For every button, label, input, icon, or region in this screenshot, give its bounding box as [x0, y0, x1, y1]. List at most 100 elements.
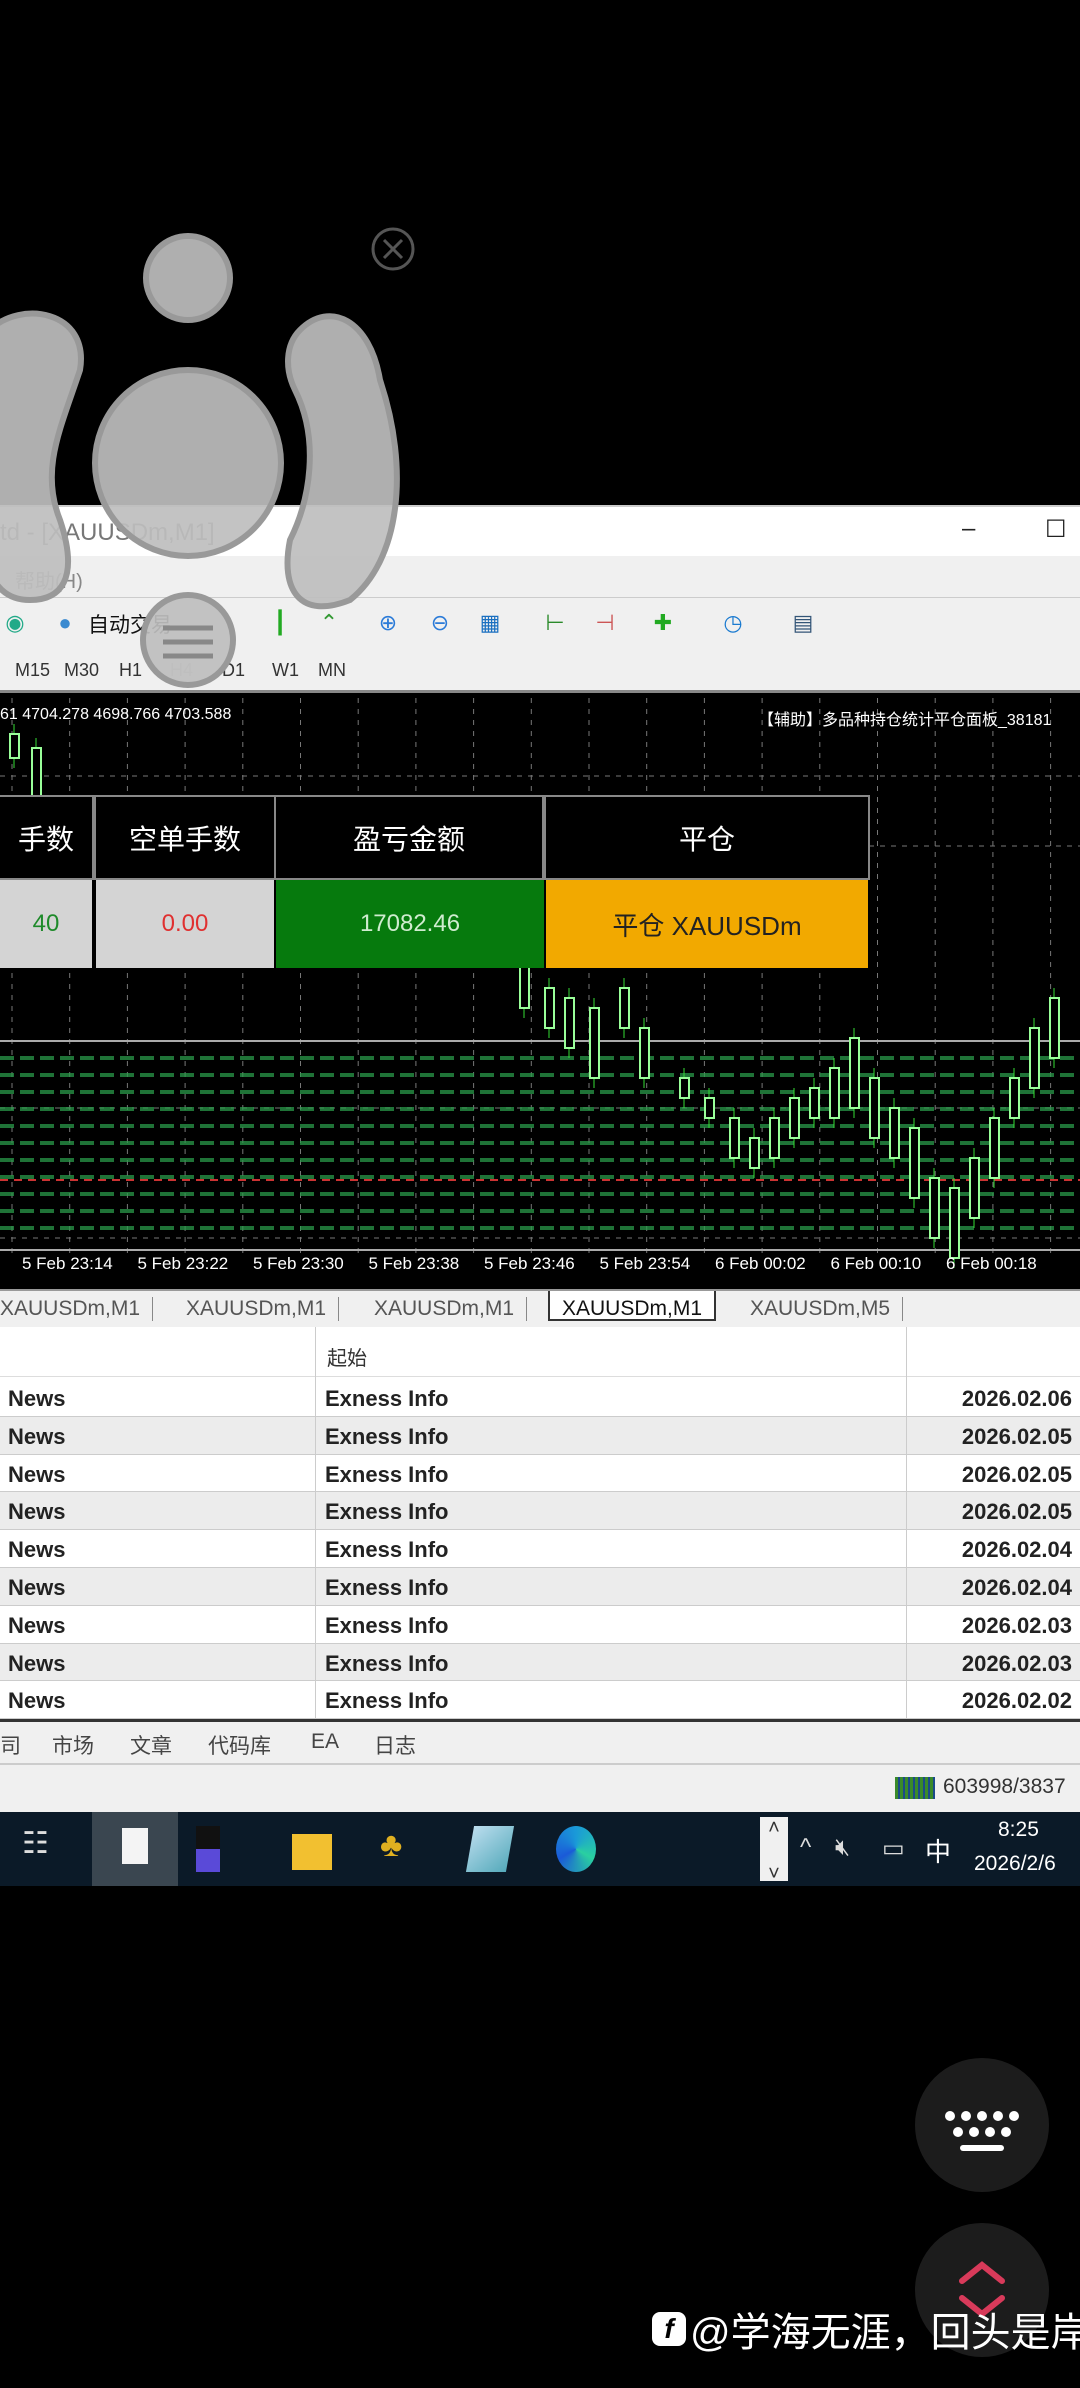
scroll-chart-icon[interactable]: ⊢: [540, 608, 570, 638]
x-axis-label: 6 Feb 00:18: [946, 1254, 1037, 1273]
candle-body: [869, 1077, 880, 1139]
tab-chart-3[interactable]: XAUUSDm,M1: [362, 1297, 528, 1321]
cell-date: 2026.02.02: [961, 1688, 1072, 1714]
mute-icon[interactable]: 🔇︎: [835, 1834, 850, 1862]
table-row[interactable]: News Exness Info 2026.02.06: [0, 1379, 1080, 1417]
document-icon: [122, 1828, 148, 1864]
clock-date[interactable]: 2026/2/6: [974, 1852, 1056, 1876]
taskbar-notepad[interactable]: [92, 1812, 178, 1886]
candle-body: [789, 1097, 800, 1139]
table-header: 起始: [0, 1327, 1080, 1377]
file-explorer-icon[interactable]: [292, 1834, 332, 1870]
taskbar: ☷ ♣ ˄ ˅ ^ 🔇︎ ▭ 中 8:25 2026/2/6: [0, 1812, 1080, 1886]
table-row[interactable]: News Exness Info 2026.02.04: [0, 1530, 1080, 1568]
tab-articles[interactable]: 文章: [130, 1730, 172, 1760]
status-bar: 603998/3837: [0, 1763, 1080, 1812]
candle-body: [989, 1117, 1000, 1179]
clock-icon[interactable]: ◷: [718, 608, 748, 638]
cell-source: News: [8, 1612, 66, 1638]
candle-body: [564, 997, 575, 1049]
candle-body: [749, 1137, 760, 1169]
candle-body: [909, 1127, 920, 1199]
indicator-label: 【辅助】多品种持仓统计平仓面板_38181: [758, 712, 1052, 729]
cell-source: News: [8, 1650, 66, 1676]
chart-shift-icon[interactable]: ⊣: [590, 608, 620, 638]
cell-author: Exness Info: [325, 1423, 449, 1449]
watermark: f @学海无涯，回头是岸: [652, 2300, 1080, 2358]
news-table: 起始 News Exness Info 2026.02.06 News Exness I…: [0, 1327, 1080, 1720]
tablet-app-icon[interactable]: [465, 1826, 515, 1872]
maximize-button[interactable]: ☐: [1045, 515, 1067, 544]
candle-body: [589, 1007, 600, 1079]
add-indicator-icon[interactable]: ✚: [648, 608, 678, 638]
table-row[interactable]: News Exness Info 2026.02.03: [0, 1606, 1080, 1644]
keyboard-button[interactable]: [915, 2058, 1049, 2192]
cell-date: 2026.02.05: [961, 1461, 1072, 1487]
taskbar-scroll[interactable]: ˄ ˅: [760, 1817, 788, 1885]
cell-source: News: [8, 1499, 66, 1525]
panel-header-close: 平仓: [544, 795, 870, 880]
watermark-text: @学海无涯，回头是岸: [690, 2311, 1080, 2355]
clock-time[interactable]: 8:25: [998, 1818, 1039, 1842]
table-row[interactable]: News Exness Info 2026.02.05: [0, 1492, 1080, 1531]
cell-date: 2026.02.04: [961, 1575, 1072, 1600]
panel-header-pnl: 盈亏金额: [274, 795, 544, 880]
panel-value-short-lots: 0.00: [96, 880, 274, 968]
table-row[interactable]: News Exness Info 2026.02.05: [0, 1455, 1080, 1493]
tab-journal[interactable]: 日志: [374, 1730, 416, 1760]
network-icon[interactable]: ▭: [882, 1834, 905, 1863]
cell-author: Exness Info: [325, 1461, 449, 1487]
metatrader-icon[interactable]: ♣: [380, 1826, 420, 1872]
cell-source: News: [8, 1688, 66, 1714]
cell-author: Exness Info: [325, 1386, 449, 1411]
tab-chart-5[interactable]: XAUUSDm,M5: [738, 1297, 904, 1321]
tab-company[interactable]: 司: [0, 1730, 21, 1760]
price-chart[interactable]: 61 4704.278 4698.766 4703.588 【辅助】多品种持仓统…: [0, 698, 1080, 1287]
task-view-icon[interactable]: ☷: [22, 1826, 62, 1872]
toolbox-tabs: 司 市场 文章 代码库 EA 日志: [0, 1719, 1080, 1763]
tab-ea[interactable]: EA: [311, 1730, 339, 1754]
cell-date: 2026.02.05: [961, 1423, 1072, 1449]
tab-chart-1[interactable]: XAUUSDm,M1: [0, 1297, 154, 1321]
tab-chart-2[interactable]: XAUUSDm,M1: [174, 1297, 340, 1321]
table-row[interactable]: News Exness Info 2026.02.05: [0, 1416, 1080, 1455]
candle-body: [639, 1027, 650, 1079]
candle-body: [1009, 1077, 1020, 1119]
panel-header-short-lots: 空单手数: [94, 795, 276, 880]
x-axis-label: 6 Feb 00:02: [715, 1254, 806, 1273]
panel-value-lots: 40: [0, 880, 92, 968]
x-axis-label: 5 Feb 23:54: [599, 1254, 691, 1273]
candle-body: [949, 1187, 960, 1259]
candle-body: [969, 1157, 980, 1219]
table-row[interactable]: News Exness Info 2026.02.03: [0, 1643, 1080, 1682]
tab-market[interactable]: 市场: [52, 1730, 94, 1760]
cell-date: 2026.02.06: [961, 1386, 1072, 1411]
edge-browser-icon[interactable]: [556, 1826, 596, 1872]
cell-date: 2026.02.03: [961, 1650, 1072, 1676]
candle-body: [679, 1077, 690, 1099]
candle-body: [1049, 997, 1060, 1059]
candle-body: [704, 1097, 715, 1119]
tray-chevron-icon[interactable]: ^: [800, 1834, 811, 1862]
screen-recorder-overlay-logo[interactable]: [0, 0, 450, 700]
ime-indicator[interactable]: 中: [925, 1832, 951, 1869]
candle-body: [769, 1117, 780, 1159]
cell-source: News: [8, 1423, 66, 1449]
connection-icon: [895, 1777, 935, 1799]
x-axis-label: 5 Feb 23:22: [137, 1254, 229, 1273]
table-row[interactable]: News Exness Info 2026.02.02: [0, 1681, 1080, 1720]
cell-source: News: [8, 1461, 66, 1487]
tile-windows-icon[interactable]: ▦: [475, 608, 505, 638]
templates-icon[interactable]: ▤: [788, 608, 818, 638]
cell-author: Exness Info: [325, 1499, 449, 1525]
x-axis-label: 5 Feb 23:30: [253, 1254, 344, 1273]
minimize-button[interactable]: –: [962, 515, 975, 543]
close-position-button[interactable]: 平仓 XAUUSDm: [546, 880, 868, 968]
chart-canvas: [0, 698, 1080, 1268]
candle-body: [929, 1177, 940, 1239]
table-row[interactable]: News Exness Info 2026.02.04: [0, 1568, 1080, 1606]
app-icon[interactable]: [196, 1826, 220, 1872]
cell-date: 2026.02.04: [961, 1537, 1072, 1563]
tab-codebase[interactable]: 代码库: [208, 1730, 271, 1760]
tab-chart-4[interactable]: XAUUSDm,M1: [548, 1291, 717, 1321]
